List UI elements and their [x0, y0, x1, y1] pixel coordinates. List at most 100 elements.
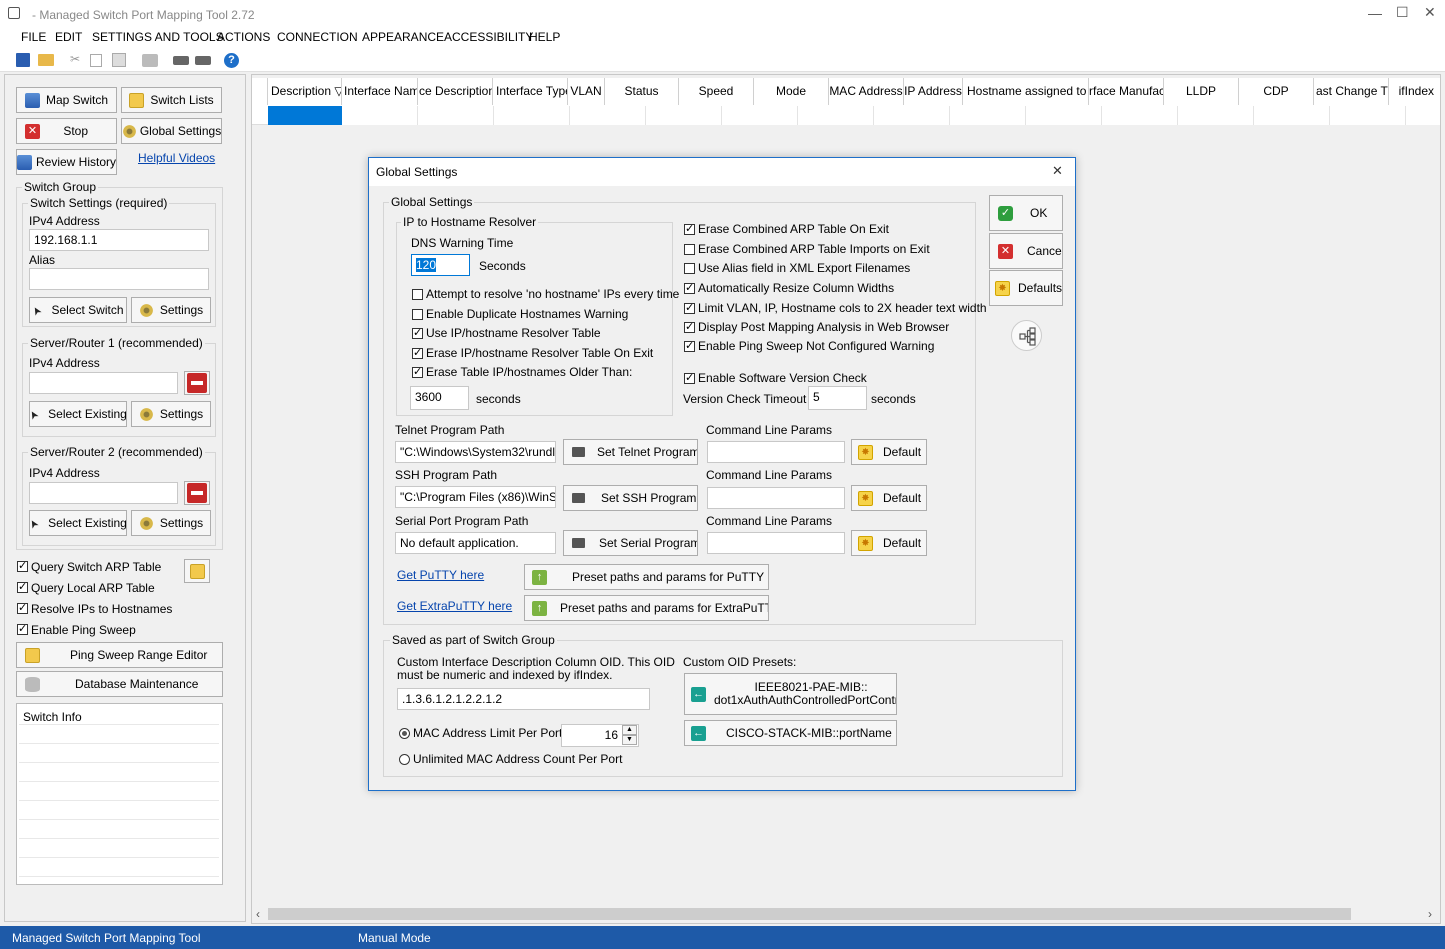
print-icon[interactable] — [142, 54, 158, 67]
close-window-icon[interactable]: ✕ — [1424, 5, 1436, 19]
set-ssh-button[interactable]: Set SSH Program — [563, 485, 698, 511]
preset-ieee-button[interactable]: IEEE8021-PAE-MIB::dot1xAuthAuthControlle… — [684, 673, 897, 715]
alias-input[interactable] — [29, 268, 209, 290]
limit-cols-checkbox[interactable] — [684, 301, 695, 315]
switch-lists-button[interactable]: Switch Lists — [121, 87, 222, 113]
router1-remove-button[interactable] — [184, 371, 210, 395]
copy-icon[interactable] — [90, 54, 102, 67]
helpful-videos-link[interactable]: Helpful Videos — [138, 151, 215, 165]
ping-warning-checkbox[interactable] — [684, 339, 695, 353]
router2-ipv4-input[interactable] — [29, 482, 178, 504]
get-extraputty-link[interactable]: Get ExtraPuTTY here — [397, 599, 512, 613]
column-header[interactable]: VLAN — [568, 78, 605, 105]
erase-arp-exit-checkbox[interactable] — [684, 222, 695, 236]
open-folder-icon[interactable] — [38, 54, 54, 66]
router1-ipv4-input[interactable] — [29, 372, 178, 394]
erase-older-input[interactable]: 3600 — [410, 386, 469, 410]
erase-resolver-checkbox[interactable] — [412, 346, 423, 360]
preset-putty-button[interactable]: Preset paths and params for PuTTY — [524, 564, 769, 590]
mac-limit-radio[interactable] — [399, 728, 410, 739]
review-history-button[interactable]: Review History — [16, 149, 117, 175]
column-header[interactable]: Interface Name — [342, 78, 418, 105]
menu-settings-tools[interactable]: SETTINGS AND TOOLS — [92, 30, 224, 44]
network-tree-icon[interactable] — [1011, 320, 1042, 351]
router2-select-existing-button[interactable]: Select Existing — [29, 510, 127, 536]
column-header[interactable]: CDP — [1239, 78, 1314, 105]
column-header[interactable]: Description ▽ — [268, 78, 342, 105]
menu-edit[interactable]: EDIT — [55, 30, 82, 44]
scroll-left-icon[interactable]: ‹ — [256, 907, 260, 921]
preset-cisco-button[interactable]: CISCO-STACK-MIB::portName — [684, 720, 897, 746]
switch-settings-button[interactable]: Settings — [131, 297, 211, 323]
enable-ping-checkbox[interactable] — [17, 622, 28, 636]
telnet-default-button[interactable]: Default — [851, 439, 927, 465]
unlimited-mac-radio[interactable] — [399, 754, 410, 765]
column-header[interactable]: rface Manufact — [1089, 78, 1164, 105]
stepper-up-icon[interactable]: ▲ — [622, 725, 637, 735]
ok-button[interactable]: OK — [989, 195, 1063, 231]
serial-cmd-input[interactable] — [707, 532, 845, 554]
menu-file[interactable]: FILE — [21, 30, 46, 44]
column-header[interactable]: Interface Type — [493, 78, 568, 105]
query-local-arp-checkbox[interactable] — [17, 580, 28, 594]
telnet-path-input[interactable]: "C:\Windows\System32\rundll32 — [395, 441, 556, 463]
maximize-icon[interactable]: ☐ — [1396, 5, 1409, 19]
ssh-path-input[interactable]: "C:\Program Files (x86)\WinSCP — [395, 486, 556, 508]
column-header[interactable]: Speed — [679, 78, 754, 105]
ssh-default-button[interactable]: Default — [851, 485, 927, 511]
grid-selected-cell[interactable] — [268, 106, 342, 125]
ssh-cmd-input[interactable] — [707, 487, 845, 509]
column-header[interactable]: LLDP — [1164, 78, 1239, 105]
attempt-resolve-checkbox[interactable] — [412, 289, 423, 300]
defaults-button[interactable]: Defaults — [989, 270, 1063, 306]
cut-icon[interactable]: ✂ — [70, 52, 80, 66]
menu-actions[interactable]: ACTIONS — [217, 30, 270, 44]
scroll-right-icon[interactable]: › — [1428, 907, 1432, 921]
minimize-icon[interactable]: — — [1368, 6, 1382, 20]
preset-extraputty-button[interactable]: Preset paths and params for ExtraPuTTY — [524, 595, 769, 621]
column-header[interactable]: ce Description I — [418, 78, 493, 105]
auto-resize-checkbox[interactable] — [684, 281, 695, 295]
erase-older-checkbox[interactable] — [412, 365, 423, 379]
ping-sweep-editor-button[interactable]: Ping Sweep Range Editor — [16, 642, 223, 668]
horizontal-scrollbar[interactable]: ‹ › — [252, 906, 1440, 922]
set-telnet-button[interactable]: Set Telnet Program — [563, 439, 698, 465]
oid-input[interactable]: .1.3.6.1.2.1.2.2.1.2 — [397, 688, 650, 710]
stepper-down-icon[interactable]: ▼ — [622, 735, 637, 745]
dup-warning-checkbox[interactable] — [412, 309, 423, 320]
use-resolver-checkbox[interactable] — [412, 326, 423, 340]
database-maintenance-button[interactable]: Database Maintenance — [16, 671, 223, 697]
serial-default-button[interactable]: Default — [851, 530, 927, 556]
set-serial-button[interactable]: Set Serial Program — [563, 530, 698, 556]
stop-button[interactable]: Stop — [16, 118, 117, 144]
display-post-checkbox[interactable] — [684, 320, 695, 334]
scrollbar-thumb[interactable] — [268, 908, 1351, 920]
select-switch-button[interactable]: Select Switch — [29, 297, 127, 323]
column-header[interactable]: Hostname assigned to IP — [963, 78, 1089, 105]
menu-appearance[interactable]: APPEARANCE — [362, 30, 444, 44]
column-header[interactable]: Status — [605, 78, 679, 105]
save-icon[interactable] — [16, 53, 30, 67]
map-switch-button[interactable]: Map Switch — [16, 87, 117, 113]
use-alias-checkbox[interactable] — [684, 263, 695, 274]
telnet-cmd-input[interactable] — [707, 441, 845, 463]
dialog-close-icon[interactable]: ✕ — [1052, 164, 1063, 178]
version-timeout-input[interactable]: 5 — [808, 386, 867, 410]
column-header[interactable]: IP Address — [904, 78, 963, 105]
column-header[interactable]: ast Change Tim — [1314, 78, 1389, 105]
cancel-button[interactable]: Cancel — [989, 233, 1063, 269]
get-putty-link[interactable]: Get PuTTY here — [397, 568, 484, 582]
router2-settings-button[interactable]: Settings — [131, 510, 211, 536]
serial-path-input[interactable]: No default application. — [395, 532, 556, 554]
query-switch-arp-checkbox[interactable] — [17, 559, 28, 573]
column-header[interactable]: ifIndex — [1389, 78, 1440, 105]
switch-ipv4-input[interactable]: 192.168.1.1 — [29, 229, 209, 251]
dns-warning-input[interactable]: 120 — [411, 254, 470, 276]
upload-icon[interactable] — [173, 56, 189, 65]
column-header[interactable]: MAC Address — [829, 78, 904, 105]
erase-arp-imports-checkbox[interactable] — [684, 244, 695, 255]
global-settings-button[interactable]: Global Settings — [121, 118, 222, 144]
router1-select-existing-button[interactable]: Select Existing — [29, 401, 127, 427]
paste-icon[interactable] — [112, 53, 126, 67]
download-icon[interactable] — [195, 56, 211, 65]
